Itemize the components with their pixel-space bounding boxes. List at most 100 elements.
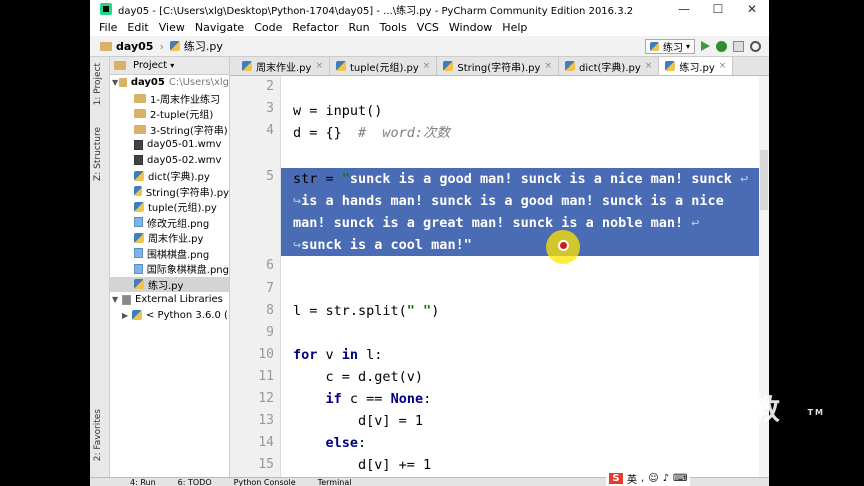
external-libraries[interactable]: ▼ External Libraries: [110, 292, 229, 308]
watermark-tm: TM: [807, 408, 825, 417]
root-folder-label: day05: [130, 77, 165, 89]
todo-tool-tab[interactable]: 6: TODO: [178, 478, 212, 486]
tab-tuple[interactable]: tuple(元组).py ×: [330, 57, 438, 75]
code-comment: # word:次数: [358, 125, 451, 141]
tree-item[interactable]: dict(字典).py: [110, 168, 229, 184]
structure-tool-tab[interactable]: Z: Structure: [93, 127, 103, 181]
tree-item-label: 国际象棋棋盘.png: [146, 265, 229, 277]
menu-window[interactable]: Window: [449, 21, 492, 34]
soft-wrap-icon: ↪: [293, 193, 302, 209]
tree-item[interactable]: 周末作业.py: [110, 230, 229, 246]
menu-refactor[interactable]: Refactor: [292, 21, 338, 34]
menu-view[interactable]: View: [159, 21, 185, 34]
close-icon[interactable]: ×: [423, 61, 431, 71]
tab-label: dict(字典).py: [578, 62, 641, 74]
stop-icon[interactable]: [733, 40, 744, 52]
tree-item[interactable]: tuple(元组).py: [110, 199, 229, 215]
tree-item-selected[interactable]: 练习.py: [110, 276, 229, 292]
breadcrumb-file[interactable]: 练习.py: [184, 38, 223, 54]
menu-help[interactable]: Help: [502, 21, 527, 34]
editor-tabs: 周末作业.py × tuple(元组).py × String(字符串).py × d…: [230, 57, 769, 76]
tree-item[interactable]: 修改元组.png: [110, 215, 229, 231]
image-file-icon: [134, 248, 143, 259]
soft-wrap-icon: ↩: [740, 171, 749, 187]
expand-arrow-icon[interactable]: ▼: [112, 78, 119, 87]
line-number: 9: [266, 325, 274, 340]
breadcrumb-folder[interactable]: day05: [116, 40, 153, 53]
menu-code[interactable]: Code: [254, 21, 282, 34]
python-file-icon: [242, 61, 252, 71]
menu-vcs[interactable]: VCS: [417, 21, 439, 34]
close-icon[interactable]: ×: [544, 61, 552, 71]
menu-file[interactable]: File: [99, 21, 117, 34]
python-file-icon: [134, 232, 144, 243]
menu-run[interactable]: Run: [349, 21, 370, 34]
code-line: d = {} # word:次数: [293, 125, 451, 141]
debug-icon[interactable]: [716, 40, 727, 52]
breadcrumb: day05 › 练习.py: [100, 38, 223, 54]
tree-item-label: String(字符串).py: [145, 187, 229, 199]
close-icon[interactable]: ×: [315, 61, 323, 71]
external-libraries-label: External Libraries: [135, 294, 223, 306]
search-icon[interactable]: [750, 40, 761, 52]
run-tool-tab[interactable]: 4: Run: [130, 478, 156, 486]
line-number: 5: [266, 169, 274, 184]
navigation-bar: day05 › 练习.py 练习 ▾: [90, 36, 769, 57]
python-console-tab[interactable]: Python Console: [234, 478, 296, 486]
terminal-tab[interactable]: Terminal: [318, 478, 352, 486]
root-path: C:\Users\xlg: [168, 77, 229, 89]
image-file-icon: [134, 217, 143, 228]
tree-item[interactable]: 1-周末作业练习: [110, 91, 229, 107]
maximize-button[interactable]: ☐: [701, 0, 735, 18]
tree-item[interactable]: String(字符串).py: [110, 184, 229, 200]
favorites-tool-tab[interactable]: 2: Favorites: [93, 409, 103, 461]
line-number: 13: [258, 413, 274, 428]
minimize-button[interactable]: —: [667, 0, 701, 18]
ime-punctuation-icon[interactable]: ,: [641, 473, 644, 484]
tab-weekend-homework[interactable]: 周末作业.py ×: [236, 57, 330, 75]
code-line: d[v] += 1: [293, 457, 432, 473]
run-configuration-label: 练习: [662, 42, 683, 54]
ime-mic-icon[interactable]: ♪: [663, 473, 669, 484]
line-number-gutter: 2 3 4 5 6 7 8 9 10 11 12 13 14 15: [230, 76, 281, 480]
run-icon[interactable]: [701, 41, 710, 51]
tree-item-label: day05-01.wmv: [147, 139, 222, 151]
collapse-arrow-icon[interactable]: ▶: [122, 311, 132, 320]
close-icon[interactable]: ×: [645, 61, 653, 71]
python-file-icon: [665, 61, 676, 71]
tree-item-label: dict(字典).py: [148, 172, 210, 184]
project-tool-tab[interactable]: 1: Project: [93, 63, 103, 105]
code-line: d[v] = 1: [293, 413, 424, 429]
tree-root[interactable]: ▼ day05 C:\Users\xlg: [110, 75, 229, 91]
menu-tools[interactable]: Tools: [380, 21, 407, 34]
run-configuration-select[interactable]: 练习 ▾: [644, 38, 695, 54]
tab-label: 周末作业.py: [256, 62, 312, 74]
chevron-down-icon[interactable]: ▾: [170, 61, 174, 70]
ime-emoji-icon[interactable]: ☺: [648, 473, 658, 484]
tree-item[interactable]: day05-02.wmv: [110, 153, 229, 169]
expand-arrow-icon[interactable]: ▼: [112, 295, 122, 304]
tree-item[interactable]: 3-String(字符串): [110, 122, 229, 138]
scrollbar-thumb[interactable]: [760, 150, 768, 210]
tree-item[interactable]: 围棋棋盘.png: [110, 246, 229, 262]
tree-item[interactable]: 2-tuple(元组): [110, 106, 229, 122]
project-panel-title[interactable]: Project: [133, 60, 167, 71]
close-icon[interactable]: ×: [719, 61, 727, 71]
input-method-bar[interactable]: S 英 , ☺ ♪ ⌨: [606, 471, 691, 486]
python-sdk-item[interactable]: ▶ < Python 3.6.0 (: [110, 308, 229, 324]
ime-keyboard-icon[interactable]: ⌨: [673, 473, 687, 484]
menu-bar: File Edit View Navigate Code Refactor Ru…: [90, 18, 769, 36]
tab-practice[interactable]: 练习.py ×: [659, 57, 734, 75]
tab-dict[interactable]: dict(字典).py ×: [559, 57, 660, 75]
line-number: 11: [258, 369, 274, 384]
menu-navigate[interactable]: Navigate: [195, 21, 244, 34]
close-button[interactable]: ✕: [735, 0, 769, 18]
tree-item[interactable]: day05-01.wmv: [110, 137, 229, 153]
folder-icon: [134, 109, 146, 119]
ime-language[interactable]: 英: [627, 471, 637, 486]
code-line: ↪sunck is a cool man!": [293, 237, 472, 253]
menu-edit[interactable]: Edit: [127, 21, 148, 34]
code-line: l = str.split(" "): [293, 303, 440, 319]
tab-string[interactable]: String(字符串).py ×: [437, 57, 559, 75]
tree-item[interactable]: 国际象棋棋盘.png: [110, 261, 229, 277]
